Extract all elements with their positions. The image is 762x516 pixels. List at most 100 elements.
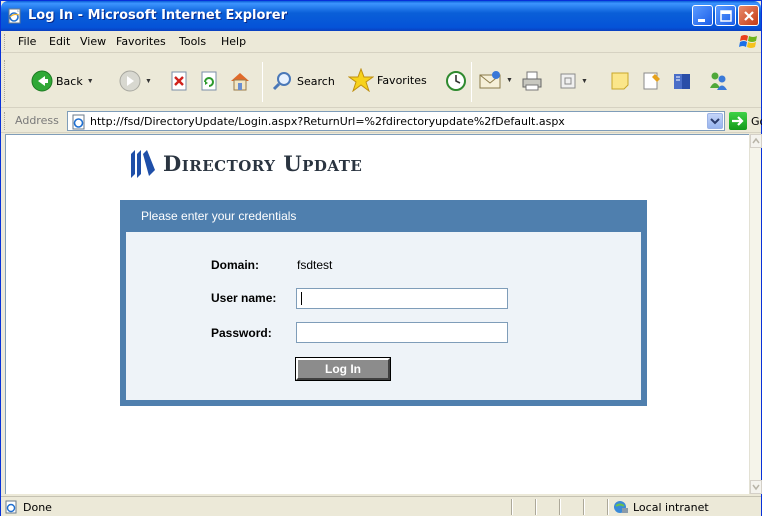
stop-button[interactable]	[169, 71, 189, 91]
username-input[interactable]	[296, 288, 508, 309]
back-arrow-icon	[31, 70, 53, 92]
close-icon	[744, 11, 754, 21]
domain-value: fsdtest	[297, 258, 333, 272]
windows-flag-icon	[739, 35, 757, 48]
panel-header: Please enter your credentials	[141, 209, 297, 223]
print-button[interactable]	[521, 70, 543, 92]
menu-bar: File Edit View Favorites Tools Help	[1, 31, 761, 53]
vertical-scrollbar[interactable]	[749, 134, 762, 494]
username-label: User name:	[211, 291, 277, 305]
menu-view[interactable]: View	[80, 35, 106, 48]
domain-label: Domain:	[211, 258, 259, 272]
ie-page-icon	[8, 8, 21, 24]
search-icon	[272, 72, 291, 91]
history-icon	[446, 71, 466, 91]
edit-page-icon	[560, 73, 576, 89]
status-divider	[583, 499, 585, 515]
favorites-button[interactable]: Favorites	[348, 68, 427, 92]
refresh-icon	[201, 71, 217, 91]
edit-button[interactable]: ▼	[559, 72, 588, 90]
menu-file[interactable]: File	[18, 35, 36, 48]
security-zone[interactable]: Local intranet	[613, 500, 709, 514]
history-button[interactable]	[445, 70, 467, 92]
address-input[interactable]: http://fsd/DirectoryUpdate/Login.aspx?Re…	[67, 111, 725, 131]
scroll-up-button[interactable]	[750, 134, 762, 148]
print-icon	[522, 71, 542, 91]
close-button[interactable]	[738, 5, 759, 26]
messenger-people-icon	[710, 72, 727, 90]
edit-dropdown-icon[interactable]: ▼	[581, 78, 588, 85]
chevron-down-icon	[752, 484, 760, 491]
status-bar: Done Local intranet	[1, 496, 761, 516]
go-button[interactable]: Go	[729, 112, 762, 130]
home-button[interactable]	[229, 70, 251, 92]
books-logo-icon	[131, 150, 155, 178]
password-label: Password:	[211, 326, 272, 340]
forward-button[interactable]: ▼	[119, 70, 152, 92]
go-arrow-icon	[729, 112, 747, 130]
discuss-note-icon	[611, 72, 629, 90]
address-grip[interactable]	[4, 112, 7, 130]
forward-dropdown-icon[interactable]: ▼	[145, 78, 152, 85]
menu-help[interactable]: Help	[221, 35, 246, 48]
page-globe-icon	[72, 114, 85, 130]
address-label: Address	[15, 114, 59, 127]
address-dropdown-button[interactable]	[707, 113, 723, 129]
toolbar-separator	[262, 62, 263, 102]
intranet-icon	[614, 501, 628, 513]
browser-window: Log In - Microsoft Internet Explorer Fil…	[0, 0, 762, 516]
scroll-down-button[interactable]	[750, 480, 762, 494]
minimize-button[interactable]	[692, 5, 713, 26]
menu-tools[interactable]: Tools	[179, 35, 206, 48]
messenger-button[interactable]	[707, 70, 729, 92]
zone-text: Local intranet	[633, 500, 709, 514]
password-input[interactable]	[296, 322, 508, 343]
favorites-star-icon	[348, 68, 374, 92]
status-text: Done	[23, 500, 52, 514]
app-logo: Directory Update	[129, 148, 362, 178]
back-dropdown-icon[interactable]: ▼	[87, 78, 94, 85]
toolbar-grip[interactable]	[4, 60, 7, 102]
login-button[interactable]: Log In	[295, 357, 391, 381]
status-divider	[511, 499, 513, 515]
mail-dropdown-icon[interactable]: ▼	[506, 77, 513, 84]
title-bar[interactable]: Log In - Microsoft Internet Explorer	[1, 1, 761, 31]
messenger-book-button[interactable]	[671, 70, 693, 92]
back-button[interactable]: Back ▼	[31, 70, 94, 92]
toolbar-separator	[471, 62, 472, 102]
stop-icon	[171, 71, 187, 91]
search-label: Search	[297, 74, 335, 88]
status-message: Done	[5, 500, 52, 514]
favorites-label: Favorites	[377, 73, 427, 87]
research-button[interactable]	[641, 70, 663, 92]
page-done-icon	[5, 500, 17, 514]
logo-title: Directory Update	[163, 150, 363, 176]
refresh-button[interactable]	[199, 71, 219, 91]
back-label: Back	[56, 74, 83, 88]
forward-arrow-icon	[119, 70, 141, 92]
mail-icon	[479, 71, 501, 89]
address-bar: Address http://fsd/DirectoryUpdate/Login…	[1, 109, 762, 133]
home-icon	[231, 73, 249, 91]
search-button[interactable]: Search	[272, 70, 335, 92]
menu-edit[interactable]: Edit	[49, 35, 70, 48]
status-divider	[535, 499, 537, 515]
maximize-button[interactable]	[715, 5, 736, 26]
go-label: Go	[751, 114, 762, 128]
research-icon	[643, 72, 660, 90]
chevron-down-icon	[710, 118, 720, 125]
mail-button[interactable]: ▼	[478, 70, 513, 90]
chevron-up-icon	[752, 137, 760, 144]
book-icon	[674, 74, 690, 89]
minimize-icon	[698, 19, 705, 22]
status-divider	[559, 499, 561, 515]
maximize-icon	[720, 10, 732, 22]
discuss-button[interactable]	[609, 70, 631, 92]
standard-toolbar: Back ▼ ▼ Search Favorites ▼ ▼	[1, 54, 761, 108]
text-caret	[301, 292, 302, 305]
menu-grip[interactable]	[4, 34, 7, 50]
address-url[interactable]: http://fsd/DirectoryUpdate/Login.aspx?Re…	[90, 115, 565, 128]
status-divider	[607, 499, 609, 515]
menu-favorites[interactable]: Favorites	[116, 35, 166, 48]
window-title: Log In - Microsoft Internet Explorer	[28, 8, 288, 23]
